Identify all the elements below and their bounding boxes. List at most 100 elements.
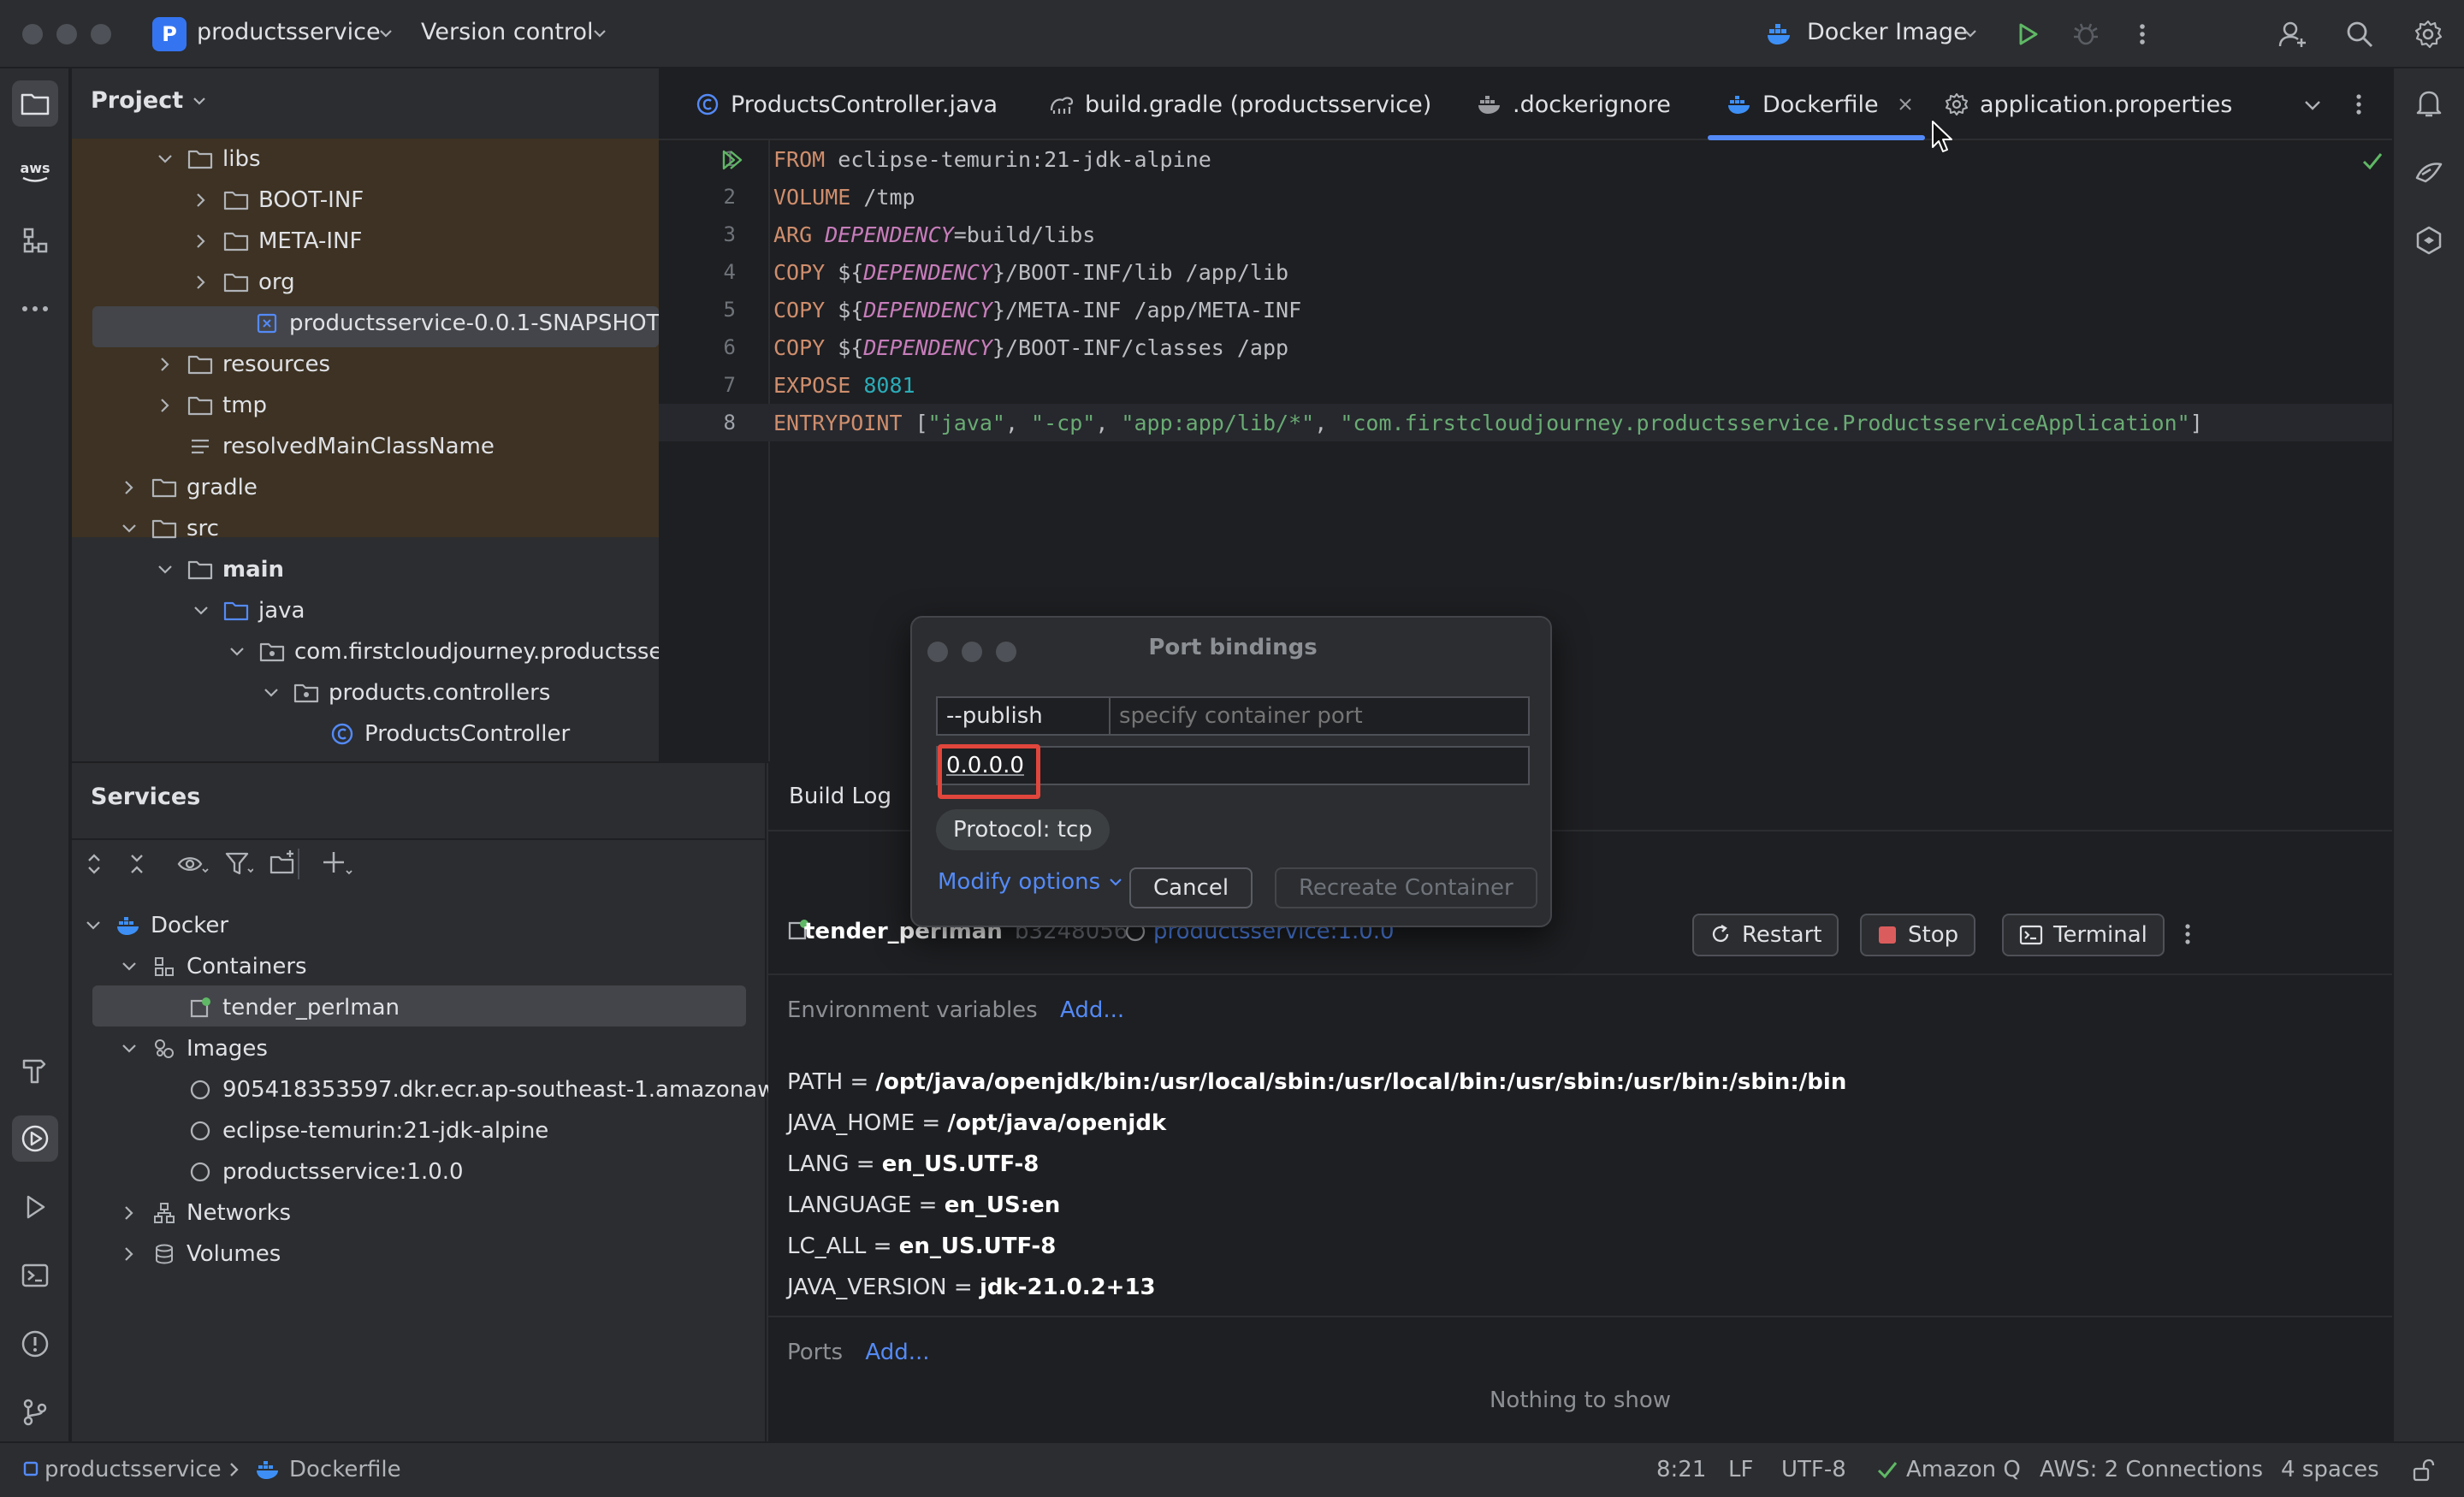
aws-connections[interactable]: AWS: 2 Connections bbox=[2040, 1457, 2263, 1482]
build-hammer-icon[interactable] bbox=[12, 1047, 58, 1093]
chevron-down-icon[interactable] bbox=[120, 519, 139, 538]
project-tree-item[interactable]: resources bbox=[156, 344, 330, 385]
close-tab-icon[interactable] bbox=[1898, 97, 1913, 112]
chevron-down-icon[interactable] bbox=[192, 601, 210, 620]
chevron-right-icon[interactable] bbox=[156, 396, 175, 415]
project-view-selector[interactable]: Project bbox=[91, 87, 209, 114]
project-tree-item[interactable]: productsservice-0.0.1-SNAPSHOT.jar bbox=[222, 303, 659, 344]
chevron-down-icon[interactable] bbox=[262, 683, 281, 702]
chevron-down-icon[interactable] bbox=[84, 916, 103, 935]
services-tree-item[interactable]: Docker bbox=[84, 905, 228, 946]
services-tree-item[interactable]: Networks bbox=[120, 1192, 291, 1234]
protocol-chip[interactable]: Protocol: tcp bbox=[936, 809, 1110, 850]
tab-application-properties[interactable]: application.properties bbox=[1944, 87, 2232, 121]
chevron-down-icon[interactable] bbox=[120, 1039, 139, 1058]
add-user-icon[interactable] bbox=[2276, 17, 2310, 51]
project-tree-item[interactable]: java bbox=[192, 590, 305, 631]
tab-more-icon[interactable] bbox=[2353, 91, 2365, 118]
version-control-menu[interactable]: Version control bbox=[421, 17, 618, 51]
structure-icon[interactable] bbox=[12, 217, 58, 263]
chevron-down-icon[interactable] bbox=[156, 560, 175, 579]
lock-icon[interactable] bbox=[2411, 1459, 2435, 1482]
project-tree-item[interactable]: libs bbox=[156, 139, 261, 180]
modify-options-link[interactable]: Modify options bbox=[938, 869, 1124, 895]
project-tree-item[interactable]: src bbox=[120, 508, 219, 549]
chevron-right-icon[interactable] bbox=[192, 273, 210, 292]
project-tree-item[interactable]: org bbox=[192, 262, 295, 303]
view-options-eye-icon[interactable] bbox=[176, 849, 209, 879]
line-separator[interactable]: LF bbox=[1728, 1457, 1753, 1482]
project-tool-folder-icon[interactable] bbox=[12, 80, 58, 127]
amazon-q-icon[interactable] bbox=[2406, 149, 2452, 195]
chevron-right-icon[interactable] bbox=[156, 355, 175, 374]
caret-position[interactable]: 8:21 bbox=[1656, 1457, 1706, 1482]
window-close-button[interactable] bbox=[22, 24, 43, 44]
problems-icon[interactable] bbox=[12, 1321, 58, 1367]
project-tree-item[interactable]: resolvedMainClassName bbox=[156, 426, 495, 467]
tab-dockerignore[interactable]: .dockerignore bbox=[1477, 87, 1671, 121]
run-tool-icon[interactable] bbox=[12, 1184, 58, 1230]
project-tree-item[interactable]: META-INF bbox=[192, 221, 362, 262]
project-tree-item[interactable]: ProductsController bbox=[298, 713, 570, 754]
run-config-selector[interactable]: Docker Image bbox=[1766, 17, 1983, 51]
cancel-button[interactable]: Cancel bbox=[1129, 867, 1253, 908]
git-branch-icon[interactable] bbox=[12, 1389, 58, 1435]
terminal-button[interactable]: Terminal bbox=[2002, 914, 2165, 956]
ports-add-link[interactable]: Add... bbox=[865, 1340, 929, 1365]
chevron-down-icon[interactable] bbox=[228, 642, 246, 661]
new-group-icon[interactable] bbox=[269, 849, 298, 878]
hexagon-plugin-icon[interactable] bbox=[2406, 217, 2452, 263]
file-encoding[interactable]: UTF-8 bbox=[1781, 1457, 1846, 1482]
services-icon[interactable] bbox=[12, 1115, 58, 1162]
chevron-right-icon[interactable] bbox=[120, 1245, 139, 1263]
aws-icon[interactable]: aws bbox=[12, 149, 58, 195]
settings-gear-icon[interactable] bbox=[2411, 17, 2445, 51]
breadcrumb-project[interactable]: productsservice bbox=[44, 1457, 222, 1482]
container-port-input[interactable] bbox=[1109, 696, 1530, 736]
tab-list-chevron-icon[interactable] bbox=[2301, 94, 2324, 116]
tab-dockerfile[interactable]: Dockerfile bbox=[1727, 87, 1913, 121]
add-service-icon[interactable] bbox=[320, 849, 352, 879]
project-tree-item[interactable]: tmp bbox=[156, 385, 267, 426]
tab-productscontroller[interactable]: ProductsController.java bbox=[695, 87, 998, 121]
project-tree-item[interactable]: gradle bbox=[120, 467, 258, 508]
more-tools-icon[interactable] bbox=[12, 286, 58, 332]
run-button[interactable] bbox=[2011, 17, 2045, 51]
amazon-q-status[interactable]: Amazon Q bbox=[1906, 1457, 2021, 1482]
project-tree-item[interactable]: com.firstcloudjourney.productsserv bbox=[228, 631, 659, 672]
run-dockerfile-gutter-icon[interactable] bbox=[720, 149, 744, 171]
collapse-all-icon[interactable] bbox=[125, 849, 149, 879]
debug-button[interactable] bbox=[2069, 17, 2103, 51]
chevron-down-icon[interactable] bbox=[156, 150, 175, 169]
window-zoom-button[interactable] bbox=[91, 24, 111, 44]
project-tree-item[interactable]: main bbox=[156, 549, 284, 590]
env-add-link[interactable]: Add... bbox=[1060, 997, 1124, 1023]
more-actions-icon[interactable] bbox=[2125, 17, 2159, 51]
services-tree-item[interactable]: productsservice:1.0.0 bbox=[156, 1151, 464, 1192]
restart-button[interactable]: Restart bbox=[1692, 914, 1839, 956]
chevron-down-icon[interactable] bbox=[120, 957, 139, 976]
project-switcher[interactable]: P productsservice bbox=[152, 17, 400, 51]
terminal-icon[interactable] bbox=[12, 1252, 58, 1299]
tab-build-gradle[interactable]: build.gradle (productsservice) bbox=[1049, 87, 1431, 121]
recreate-container-button[interactable]: Recreate Container bbox=[1275, 867, 1537, 908]
services-tree-item[interactable]: Volumes bbox=[120, 1234, 281, 1275]
services-tree-item[interactable]: Containers bbox=[120, 946, 307, 987]
project-tree-item[interactable]: products.controllers bbox=[262, 672, 550, 713]
services-tree-item[interactable]: 905418353597.dkr.ecr.ap-southeast-1.amaz… bbox=[156, 1069, 787, 1110]
window-minimize-button[interactable] bbox=[56, 24, 77, 44]
services-tree-item[interactable]: tender_perlman bbox=[156, 987, 400, 1028]
services-tree-item[interactable]: Images bbox=[120, 1028, 268, 1069]
services-tree-item[interactable]: eclipse-temurin:21-jdk-alpine bbox=[156, 1110, 548, 1151]
stop-button[interactable]: Stop bbox=[1860, 914, 1976, 956]
chevron-right-icon[interactable] bbox=[192, 232, 210, 251]
notifications-bell-icon[interactable] bbox=[2406, 80, 2452, 127]
tab-build-log[interactable]: Build Log bbox=[789, 763, 891, 830]
detail-more-icon[interactable] bbox=[2182, 920, 2194, 948]
search-icon[interactable] bbox=[2343, 17, 2377, 51]
chevron-right-icon[interactable] bbox=[120, 1204, 139, 1222]
indent-setting[interactable]: 4 spaces bbox=[2281, 1457, 2379, 1482]
chevron-right-icon[interactable] bbox=[120, 478, 139, 497]
filter-icon[interactable] bbox=[224, 850, 253, 878]
breadcrumb-file[interactable]: Dockerfile bbox=[289, 1457, 401, 1482]
